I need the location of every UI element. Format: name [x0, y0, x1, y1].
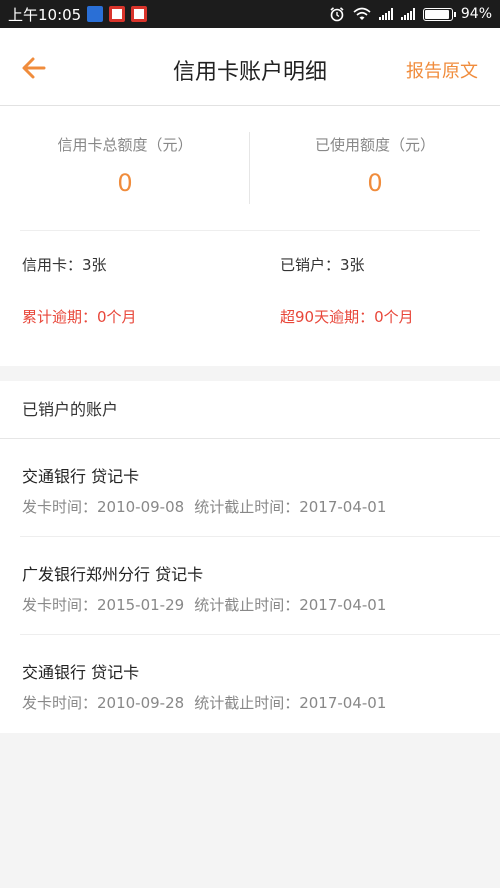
- cutoff-date: 统计截止时间：2017-04-01: [194, 498, 387, 516]
- used-limit-label: 已使用额度（元）: [314, 136, 435, 154]
- report-original-button[interactable]: 报告原文: [406, 57, 478, 83]
- notification-app-icon: [87, 6, 104, 22]
- issue-date: 发卡时间：2010-09-28: [22, 694, 185, 712]
- battery-percent: 94%: [460, 6, 492, 22]
- battery-level: [424, 9, 450, 19]
- account-dates: 发卡时间：2010-09-28 统计截止时间：2017-04-01: [22, 692, 386, 713]
- account-name: 交通银行 贷记卡: [22, 467, 140, 486]
- total-limit-label: 信用卡总额度（元）: [57, 136, 193, 154]
- list-item[interactable]: 交通银行 贷记卡 发卡时间：2010-09-08 统计截止时间：2017-04-0…: [20, 439, 500, 537]
- account-dates: 发卡时间：2010-09-08 统计截止时间：2017-04-01: [22, 496, 386, 517]
- battery-icon: [422, 7, 456, 21]
- closed-accounts-section: 已销户的账户 交通银行 贷记卡 发卡时间：2010-09-08 统计截止时间：20…: [0, 381, 500, 733]
- status-bar: 上午10:05 94%: [0, 0, 500, 28]
- divider: [20, 230, 480, 231]
- closed-count: 已销户：3张: [280, 256, 365, 274]
- status-time: 上午10:05: [8, 5, 82, 24]
- total-limit-value: 0: [117, 169, 133, 197]
- signal-icon: [378, 8, 393, 20]
- notification-app-icon: [131, 6, 148, 22]
- cutoff-date: 统计截止时间：2017-04-01: [194, 596, 387, 614]
- account-name: 交通银行 贷记卡: [22, 663, 140, 682]
- account-name: 广发银行郑州分行 贷记卡: [22, 565, 204, 584]
- status-right: 94%: [329, 6, 492, 22]
- total-limit-block: 信用卡总额度（元） 0: [0, 134, 250, 197]
- account-dates: 发卡时间：2015-01-29 统计截止时间：2017-04-01: [22, 594, 386, 615]
- cutoff-date: 统计截止时间：2017-04-01: [194, 694, 387, 712]
- notification-app-icon: [109, 6, 126, 22]
- wifi-icon: [353, 7, 371, 20]
- alarm-icon: [330, 7, 344, 22]
- section-title: 已销户的账户: [0, 381, 500, 439]
- used-limit-block: 已使用额度（元） 0: [250, 134, 500, 197]
- used-limit-value: 0: [367, 169, 383, 197]
- list-item[interactable]: 广发银行郑州分行 贷记卡 发卡时间：2015-01-29 统计截止时间：2017-…: [20, 537, 500, 635]
- overdue-90-days: 超90天逾期：0个月: [280, 308, 414, 326]
- overdue-total: 累计逾期：0个月: [22, 308, 137, 326]
- list-item[interactable]: 交通银行 贷记卡 发卡时间：2010-09-28 统计截止时间：2017-04-0…: [20, 635, 500, 733]
- summary-card: 信用卡总额度（元） 0 已使用额度（元） 0 信用卡：3张 已销户：3张 累计逾…: [0, 106, 500, 366]
- issue-date: 发卡时间：2010-09-08: [22, 498, 185, 516]
- card-count: 信用卡：3张: [22, 256, 107, 274]
- navbar: 信用卡账户明细 报告原文: [0, 28, 500, 106]
- status-left: 上午10:05: [8, 4, 148, 25]
- signal-icon: [400, 8, 415, 20]
- issue-date: 发卡时间：2015-01-29: [22, 596, 185, 614]
